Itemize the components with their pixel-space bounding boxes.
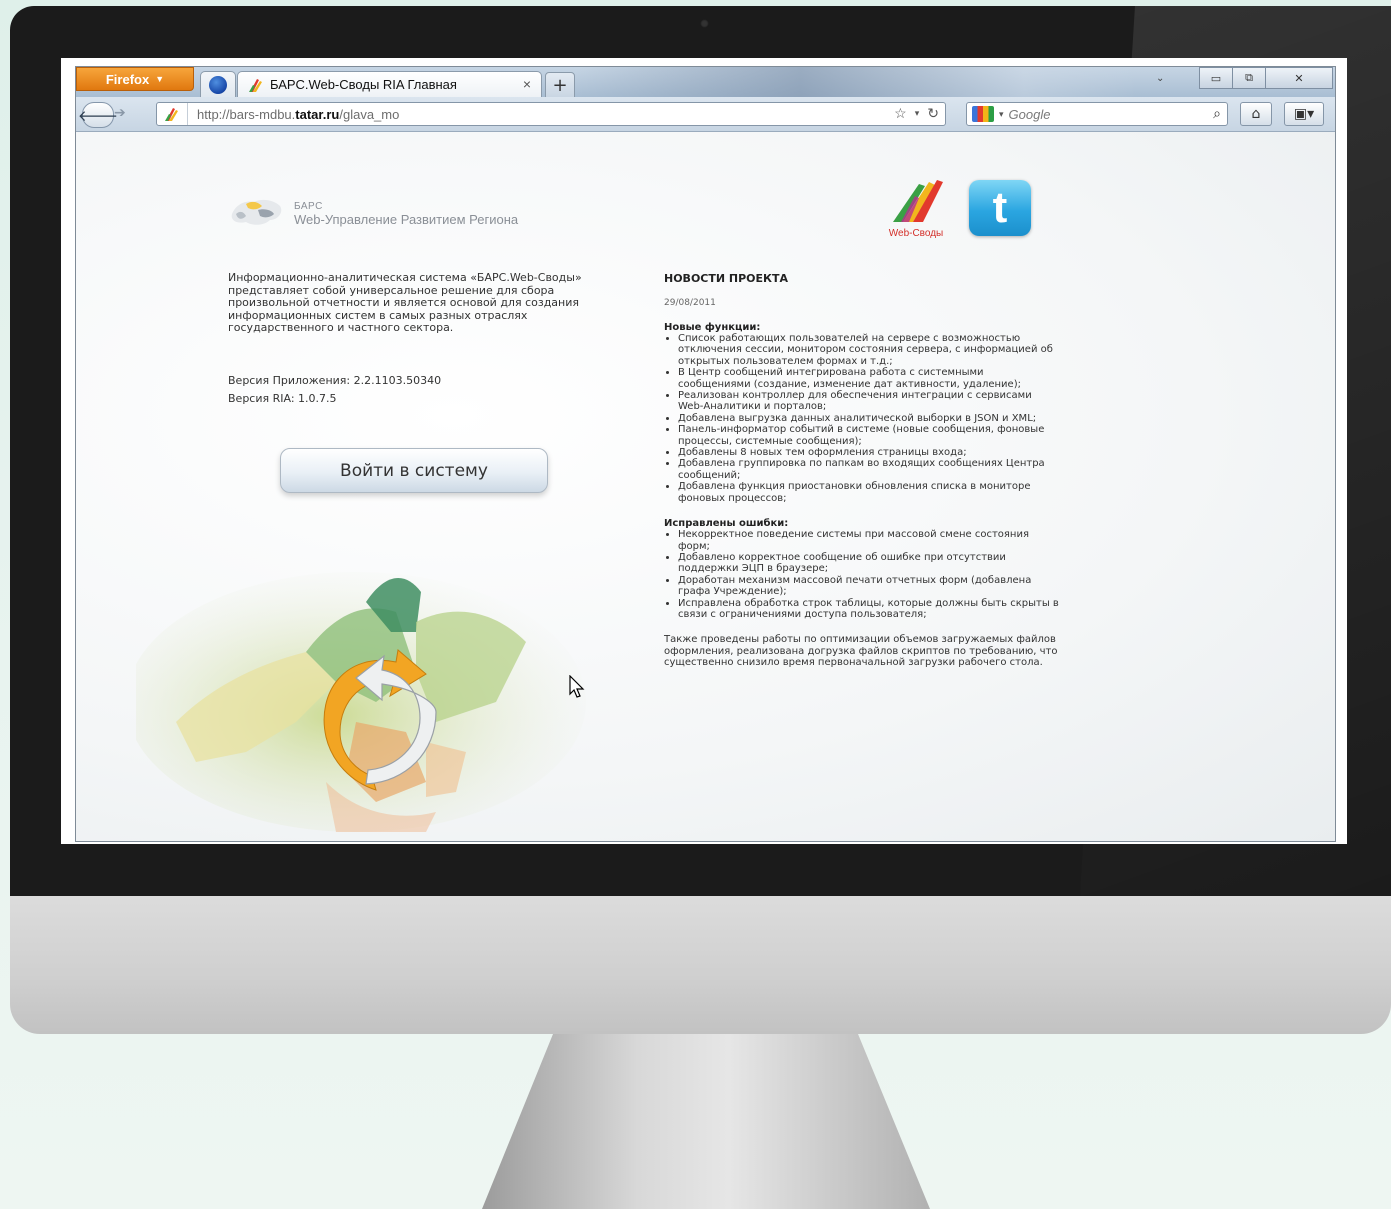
minimize-button[interactable]: ▭ [1199, 67, 1233, 89]
back-arrow-icon: 🡐 [77, 106, 119, 125]
close-window-button[interactable]: ✕ [1265, 67, 1333, 89]
bookmarks-menu-icon: ▣▾ [1293, 106, 1315, 122]
chevron-down-icon: ▼ [155, 74, 165, 84]
webs-logo[interactable]: Web-Своды [879, 178, 953, 240]
list-item: В Центр сообщений интегрирована работа с… [678, 367, 1059, 390]
fixes-list: Некорректное поведение системы при массо… [664, 529, 1059, 620]
webs-favicon-icon [165, 108, 178, 121]
list-item: Добавлена выгрузка данных аналитической … [678, 413, 1059, 424]
firefox-menu-label: Firefox [105, 71, 150, 87]
webcam-icon [700, 19, 709, 28]
features-heading: Новые функции: [664, 322, 761, 333]
tab-title: БАРС.Web-Своды RIA Главная [270, 77, 457, 92]
search-bar[interactable]: ▾ Google ⌕ [966, 102, 1228, 126]
news-panel: НОВОСТИ ПРОЕКТА 29/08/2011 Новые функции… [664, 272, 1059, 669]
app-version: Версия Приложения: 2.2.1103.50340 [228, 374, 442, 387]
new-tab-button[interactable]: + [545, 72, 575, 98]
bookmark-star-icon[interactable]: ☆ [894, 105, 907, 122]
url-domain: tatar.ru [295, 106, 340, 122]
tab-close-icon[interactable]: × [523, 76, 531, 92]
tab-bar-background [576, 67, 1136, 97]
tab-app-pinned[interactable] [200, 71, 236, 98]
bars-logo: БАРС Web-Управление Развитием Региона [228, 194, 518, 232]
twitter-icon[interactable]: t [969, 180, 1031, 236]
url-tools: ☆ ▾ ↻ [894, 105, 939, 122]
address-bar[interactable]: http://bars-mdbu.tatar.ru/glava_mo ☆ ▾ ↻ [156, 102, 946, 126]
news-heading: НОВОСТИ ПРОЕКТА [664, 272, 789, 285]
restore-button[interactable]: ⧉ [1232, 67, 1266, 89]
url-text: http://bars-mdbu.tatar.ru/glava_mo [188, 107, 399, 122]
webs-logo-text: Web-Своды [879, 228, 953, 239]
globe-icon [209, 76, 227, 94]
navigation-toolbar: 🡐 ➔ http://bars-mdbu.tatar.ru/glava_mo ☆… [76, 97, 1335, 132]
google-icon[interactable] [972, 106, 994, 122]
news-date: 29/08/2011 [664, 298, 716, 308]
bars-russia-map-icon [231, 199, 282, 225]
list-item: Реализован контроллер для обеспечения ин… [678, 390, 1059, 413]
tab-bar: Firefox ▼ БАРС.Web-Своды RIA Главная × +… [76, 67, 1335, 98]
monitor-chin [10, 896, 1391, 1034]
list-item: Добавлена группировка по папкам во входя… [678, 458, 1059, 481]
reload-icon[interactable]: ↻ [927, 105, 939, 122]
logo-text: БАРС Web-Управление Развитием Региона [294, 200, 518, 226]
monitor-stand [482, 1034, 930, 1209]
logo-line-2: Web-Управление Развитием Региона [294, 212, 519, 227]
list-item: Добавлено корректное сообщение об ошибке… [678, 552, 1059, 575]
list-item: Панель-информатор событий в системе (нов… [678, 424, 1059, 447]
back-button[interactable]: 🡐 [78, 102, 118, 128]
webs-logo-label: Web-Своды [888, 228, 944, 239]
list-item: Добавлены 8 новых тем оформления страниц… [678, 447, 1059, 458]
search-placeholder: Google [1008, 106, 1051, 122]
ria-version: Версия RIA: 1.0.7.5 [228, 392, 337, 405]
chevron-down-icon[interactable]: ▾ [915, 108, 920, 119]
intro-text: Информационно-аналитическая система «БАР… [228, 271, 582, 335]
news-closing-note: Также проведены работы по оптимизации об… [664, 634, 1058, 669]
site-identity-icon[interactable] [157, 103, 188, 125]
features-list: Список работающих пользователей на серве… [664, 333, 1059, 504]
home-icon: ⌂ [1251, 106, 1261, 122]
home-button[interactable]: ⌂ [1240, 102, 1272, 126]
url-path: /glava_mo [339, 106, 400, 122]
bookmarks-button[interactable]: ▣▾ [1284, 102, 1324, 126]
login-button[interactable]: Войти в систему [280, 448, 548, 493]
tab-active-page[interactable]: БАРС.Web-Своды RIA Главная × [237, 71, 542, 97]
search-icon[interactable]: ⌕ [1213, 105, 1221, 122]
webs-logo-icon [893, 180, 943, 222]
list-item: Добавлена функция приостановки обновлени… [678, 481, 1059, 504]
list-item: Исправлена обработка строк таблицы, кото… [678, 598, 1059, 621]
webs-favicon-icon [249, 78, 262, 92]
tab-list-icon[interactable]: ⌄ [1156, 73, 1164, 84]
fixes-heading: Исправлены ошибки: [664, 518, 789, 530]
mouse-cursor-icon [569, 675, 585, 698]
list-item: Некорректное поведение системы при массо… [678, 529, 1059, 552]
list-item: Список работающих пользователей на серве… [678, 333, 1059, 367]
url-prefix: http://bars-mdbu. [197, 106, 296, 122]
russia-map-illustration [136, 572, 586, 832]
list-item: Доработан механизм массовой печати отчет… [678, 575, 1059, 598]
chevron-down-icon[interactable]: ▾ [999, 109, 1004, 120]
page-content: БАРС Web-Управление Развитием Региона Ин… [76, 132, 1335, 841]
screen: Firefox ▼ БАРС.Web-Своды RIA Главная × +… [61, 58, 1347, 844]
forward-button[interactable]: ➔ [114, 105, 126, 121]
browser-window: Firefox ▼ БАРС.Web-Своды RIA Главная × +… [75, 66, 1336, 842]
twitter-glyph: t [992, 183, 1008, 232]
firefox-menu-button[interactable]: Firefox ▼ [76, 67, 194, 91]
